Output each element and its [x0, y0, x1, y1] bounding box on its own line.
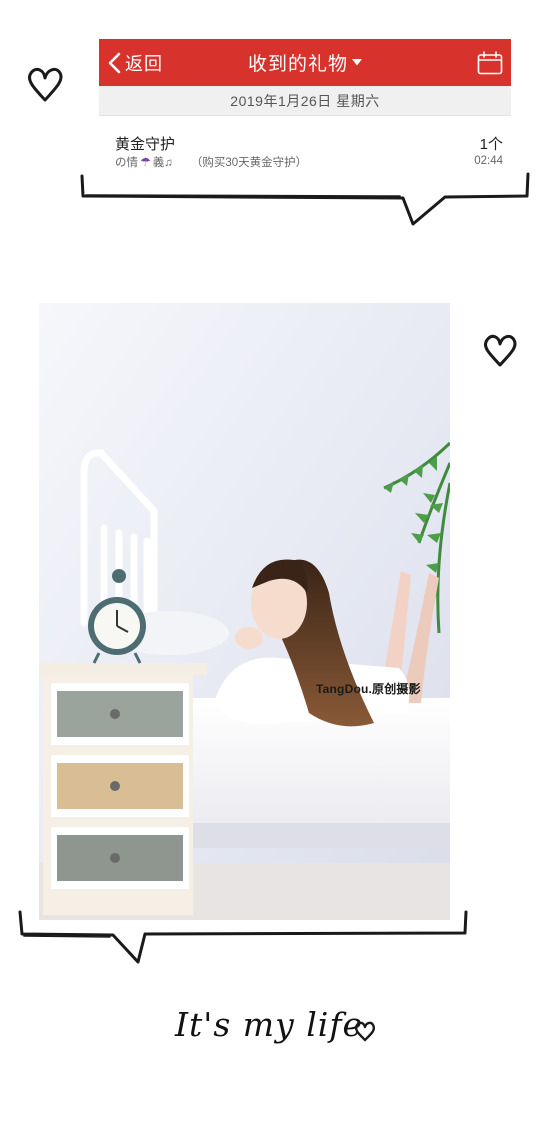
umbrella-icon: ☂ [140, 155, 151, 169]
gift-count: 1个 [479, 136, 503, 153]
gift-name: 黄金守护 [115, 136, 176, 153]
gift-note: （购买30天黄金守护） [190, 157, 308, 169]
gift-time: 02:44 [474, 155, 503, 167]
sender-prefix: の情 [115, 157, 138, 169]
handwritten-caption: It's my life [175, 1005, 364, 1044]
calendar-icon[interactable] [477, 51, 503, 75]
title-dropdown[interactable]: 收到的礼物 [99, 39, 511, 86]
sender-suffix: 義♫ [152, 157, 173, 169]
date-header: 2019年1月26日 星期六 [99, 86, 511, 116]
heart-doodle-icon [28, 67, 63, 102]
page-title: 收到的礼物 [247, 54, 348, 75]
gift-screenshot-card: 返回 收到的礼物 2019年1月26日 星期六 黄金守护 の情 ☂ 義♫ （购买… [99, 39, 511, 184]
photo-watermark: TangDou.原创摄影 [316, 682, 421, 696]
gift-list-item[interactable]: 黄金守护 の情 ☂ 義♫ （购买30天黄金守护） 1个 02:44 [99, 116, 511, 182]
caret-down-icon [352, 59, 362, 66]
gift-sender: の情 ☂ 義♫ （购买30天黄金守护） [115, 154, 307, 170]
portrait-photo: TangDou.原创摄影 [39, 303, 450, 920]
navbar: 返回 收到的礼物 [99, 39, 511, 86]
heart-doodle-icon [484, 334, 517, 367]
